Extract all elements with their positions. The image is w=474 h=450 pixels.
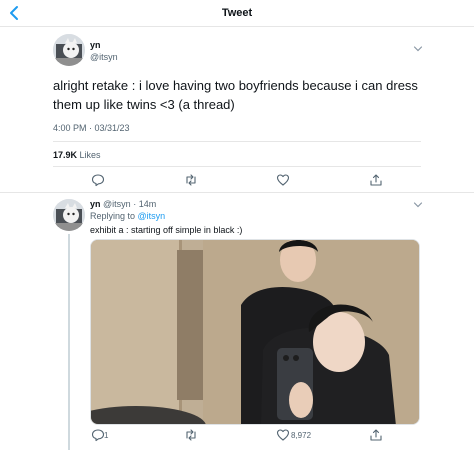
likes-summary[interactable]: 17.9K Likes <box>53 150 101 160</box>
tweet-photo[interactable] <box>90 239 420 425</box>
author-handle[interactable]: @itsyn <box>103 199 131 209</box>
reply-header: yn @itsyn · 14m <box>90 199 156 209</box>
reply-text: exhibit a : starting off simple in black… <box>90 225 243 235</box>
reply-icon[interactable] <box>91 428 105 442</box>
replying-to: Replying to @itsyn <box>90 211 165 221</box>
tweet-text: alright retake : i love having two boyfr… <box>53 78 418 112</box>
chevron-down-icon[interactable] <box>413 201 423 209</box>
retweet-icon[interactable] <box>184 428 198 442</box>
photo-image <box>91 240 419 424</box>
divider <box>53 141 421 142</box>
tweet-timestamp[interactable]: 4:00 PM · 03/31/23 <box>53 123 130 133</box>
chevron-down-icon[interactable] <box>413 45 423 53</box>
author-name[interactable]: yn <box>90 40 101 50</box>
share-icon[interactable] <box>369 428 383 442</box>
like-icon[interactable] <box>276 428 290 442</box>
reply-time: · 14m <box>133 199 157 209</box>
likes-count: 17.9K <box>53 150 78 160</box>
retweet-icon[interactable] <box>184 173 198 187</box>
divider <box>0 192 474 193</box>
reply-count: 1 <box>104 431 109 440</box>
avatar-image <box>53 34 85 66</box>
author-name[interactable]: yn <box>90 199 101 209</box>
author-handle[interactable]: @itsyn <box>90 52 118 62</box>
share-icon[interactable] <box>369 173 383 187</box>
divider <box>53 166 421 167</box>
reply-icon[interactable] <box>91 173 105 187</box>
avatar[interactable] <box>53 34 85 66</box>
avatar[interactable] <box>53 199 85 231</box>
page-title: Tweet <box>221 7 253 19</box>
replying-to-handle[interactable]: @itsyn <box>138 211 166 221</box>
top-nav-bar: Tweet <box>0 0 474 27</box>
like-icon[interactable] <box>276 173 290 187</box>
likes-label: Likes <box>79 150 101 160</box>
thread-line <box>68 234 70 450</box>
like-count: 8,972 <box>291 431 312 440</box>
avatar-image <box>53 199 85 231</box>
replying-to-label: Replying to <box>90 211 136 221</box>
